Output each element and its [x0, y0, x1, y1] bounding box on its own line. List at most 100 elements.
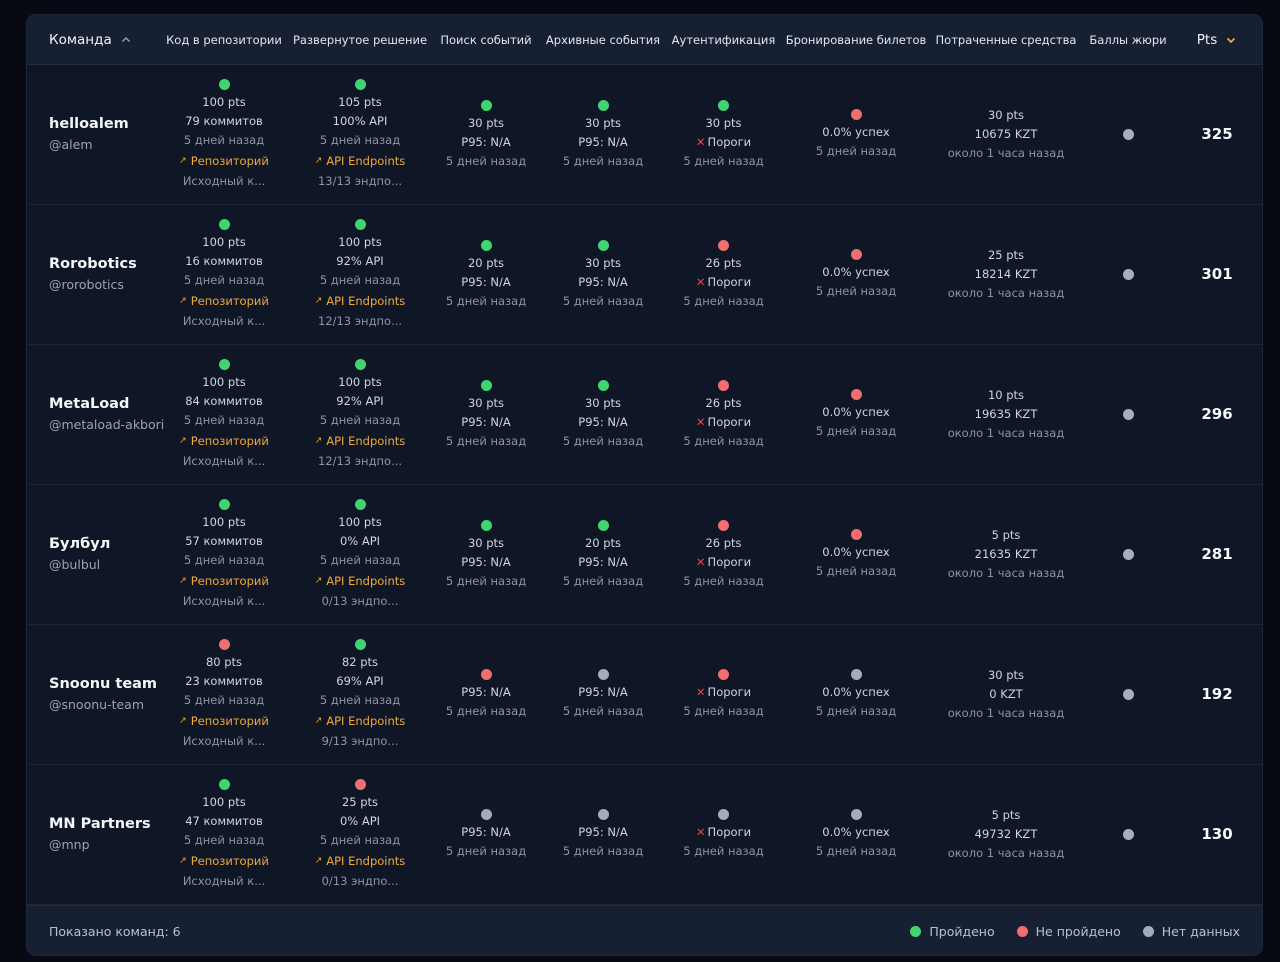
total-pts: 325	[1201, 125, 1233, 143]
spent-pts: 30 pts	[987, 107, 1025, 122]
external-link-icon: ↗	[314, 716, 323, 726]
auth-time: 5 дней назад	[683, 293, 764, 308]
archive-time: 5 дней назад	[562, 844, 644, 858]
search-time: 5 дней назад	[445, 433, 527, 448]
team-name: MN Partners	[49, 816, 151, 832]
auth-cell: 26 pts ✕ Пороги 5 дней назад	[667, 204, 780, 344]
repo-note: Исходный к...	[182, 454, 266, 468]
status-passed-dot-icon	[218, 499, 230, 510]
deploy-api: 92% API	[336, 394, 384, 408]
spent-amount: 19635 KZT	[974, 406, 1038, 421]
archive-time: 5 дней назад	[562, 153, 644, 168]
auth-thresholds-label: Пороги	[707, 274, 752, 289]
deploy-api: 69% API	[336, 674, 384, 688]
api-endpoints-link[interactable]: ↗ API Endpoints	[315, 430, 406, 452]
chevron-down-icon	[1227, 37, 1236, 43]
spent-time: около 1 часа назад	[947, 285, 1065, 300]
cross-icon: ✕	[695, 414, 706, 429]
link-label: API Endpoints	[326, 294, 406, 308]
repo-link[interactable]: ↗ Репозиторий	[179, 150, 269, 172]
jury-cell	[1085, 204, 1171, 344]
column-header-repo[interactable]: Код в репозитории	[163, 15, 285, 64]
status-passed-dot-icon	[218, 79, 230, 90]
column-header-team[interactable]: Команда	[49, 15, 169, 64]
search-p95: P95: N/A	[461, 554, 511, 569]
table-row: MetaLoad @metaload-akbori 100 pts 84 коммит…	[27, 344, 1262, 485]
spent-pts: 25 pts	[987, 247, 1025, 262]
column-header-booking[interactable]: Бронирование билетов	[785, 15, 927, 64]
search-cell: 30 pts P95: N/A 5 дней назад	[431, 344, 541, 484]
external-link-icon: ↗	[179, 296, 187, 306]
repo-link[interactable]: ↗ Репозиторий	[179, 850, 269, 872]
repo-pts: 100 pts	[202, 375, 246, 389]
auth-thresholds: ✕ Пороги	[696, 553, 751, 572]
api-endpoints-link[interactable]: ↗ API Endpoints	[315, 150, 406, 172]
team-name: helloalem	[49, 116, 129, 132]
auth-time: 5 дней назад	[683, 573, 764, 588]
search-time: 5 дней назад	[445, 573, 527, 588]
deploy-pts: 105 pts	[338, 95, 382, 109]
link-label: Репозиторий	[190, 154, 269, 168]
repo-link[interactable]: ↗ Репозиторий	[179, 430, 269, 452]
status-failed-dot-icon	[850, 249, 862, 260]
column-header-auth[interactable]: Аутентификация	[667, 15, 780, 64]
external-link-icon: ↗	[314, 856, 323, 866]
archive-p95: P95: N/A	[578, 274, 628, 289]
column-header-deploy[interactable]: Развернутое решение	[293, 15, 427, 64]
status-passed-dot-icon	[354, 219, 366, 230]
status-failed-dot-icon	[718, 239, 729, 251]
column-header-pts[interactable]: Pts	[1177, 15, 1257, 64]
booking-success: 0.0% успех	[822, 405, 890, 419]
repo-commits: 57 коммитов	[185, 534, 263, 548]
auth-pts: 26 pts	[705, 535, 742, 550]
column-header-search[interactable]: Поиск событий	[431, 15, 541, 64]
column-header-spent[interactable]: Потраченные средства	[933, 15, 1079, 64]
archive-pts: 30 pts	[584, 395, 622, 410]
deploy-note: 13/13 эндпо...	[317, 174, 403, 188]
auth-time: 5 дней назад	[683, 153, 764, 168]
column-header-jury[interactable]: Баллы жюри	[1085, 15, 1171, 64]
api-endpoints-link[interactable]: ↗ API Endpoints	[315, 570, 406, 592]
booking-time: 5 дней назад	[815, 144, 897, 158]
repo-cell: 100 pts 84 коммитов 5 дней назад ↗ Репозитор…	[163, 344, 285, 484]
archive-time: 5 дней назад	[562, 573, 644, 588]
repo-time: 5 дней назад	[183, 273, 265, 287]
search-cell: 30 pts P95: N/A 5 дней назад	[431, 64, 541, 204]
deploy-api: 0% API	[339, 534, 381, 548]
archive-cell: 30 pts P95: N/A 5 дней назад	[539, 344, 667, 484]
legend-passed: Пройдено	[910, 924, 995, 939]
deploy-cell: 100 pts 0% API 5 дней назад ↗ API Endpoints 0…	[293, 484, 427, 624]
status-failed-dot-icon	[718, 379, 729, 391]
team-handle: @metaload-akbori	[49, 417, 165, 432]
api-endpoints-link[interactable]: ↗ API Endpoints	[315, 850, 406, 872]
search-cell: 20 pts P95: N/A 5 дней назад	[431, 204, 541, 344]
search-cell: 30 pts P95: N/A 5 дней назад	[431, 484, 541, 624]
repo-link[interactable]: ↗ Репозиторий	[179, 710, 269, 732]
nodata-dot-icon	[1142, 925, 1154, 937]
booking-cell: 0.0% успех 5 дней назад	[785, 204, 927, 344]
link-label: Репозиторий	[190, 294, 269, 308]
booking-time: 5 дней назад	[815, 424, 897, 438]
total-pts-cell: 281	[1177, 484, 1257, 624]
team-name: Snoonu team	[49, 676, 158, 692]
repo-link[interactable]: ↗ Репозиторий	[179, 570, 269, 592]
external-link-icon: ↗	[314, 156, 323, 166]
status-failed-dot-icon	[718, 669, 729, 680]
link-label: Репозиторий	[190, 714, 269, 728]
jury-cell	[1085, 64, 1171, 204]
status-passed-dot-icon	[354, 499, 366, 510]
repo-cell: 100 pts 16 коммитов 5 дней назад ↗ Репозитор…	[163, 204, 285, 344]
deploy-pts: 100 pts	[338, 235, 382, 249]
api-endpoints-link[interactable]: ↗ API Endpoints	[315, 710, 406, 732]
spent-cell: 10 pts 19635 KZT около 1 часа назад	[933, 344, 1079, 484]
link-label: Репозиторий	[190, 574, 269, 588]
auth-thresholds: ✕ Пороги	[696, 823, 751, 842]
column-header-archive[interactable]: Архивные события	[539, 15, 667, 64]
deploy-cell: 25 pts 0% API 5 дней назад ↗ API Endpoints 0/…	[293, 764, 427, 904]
repo-link[interactable]: ↗ Репозиторий	[179, 290, 269, 312]
search-pts: 30 pts	[467, 535, 505, 550]
api-endpoints-link[interactable]: ↗ API Endpoints	[315, 290, 406, 312]
table-row: MN Partners @mnp 100 pts 47 коммитов 5 дней …	[27, 764, 1262, 905]
external-link-icon: ↗	[314, 436, 323, 446]
spent-pts: 5 pts	[991, 807, 1021, 822]
